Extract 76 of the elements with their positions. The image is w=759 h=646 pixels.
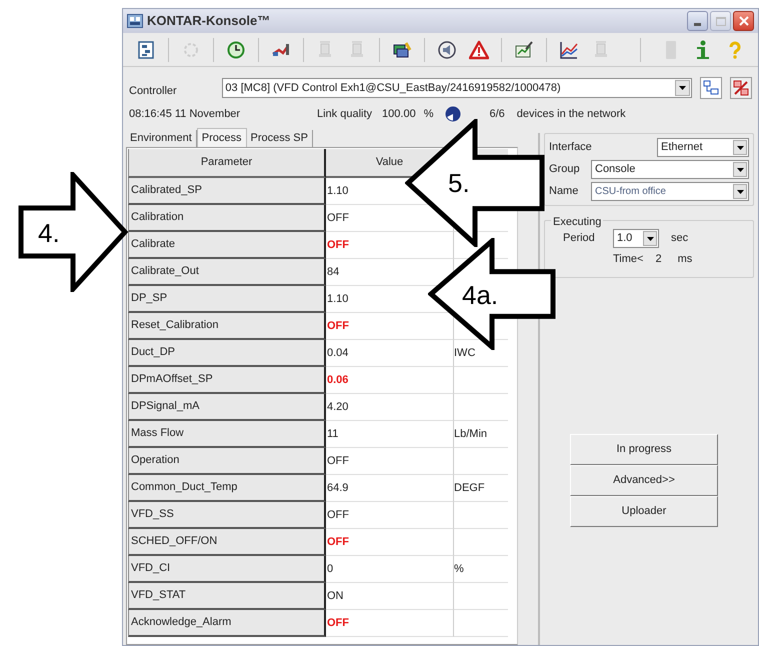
- network-view-button[interactable]: [700, 77, 722, 99]
- field-label: Time<: [613, 252, 644, 267]
- unit-cell-text: IWC: [454, 346, 476, 361]
- pie-icon: [445, 106, 462, 122]
- value-cell[interactable]: 0: [327, 560, 334, 578]
- status-value: 100.00: [382, 106, 416, 122]
- dropdown[interactable]: Ethernet: [657, 138, 749, 157]
- column-header[interactable]: Value: [376, 154, 404, 171]
- value-cell[interactable]: 0.04: [327, 344, 348, 362]
- group-title: Executing: [551, 214, 604, 230]
- parameter-cell: Mass Flow: [128, 421, 326, 448]
- callout-label: 4a.: [462, 282, 498, 308]
- window-title: KONTAR-Konsole™: [147, 12, 272, 30]
- parameter-cell: DP_SP: [128, 286, 326, 313]
- parameter-cell: Calibrate: [128, 232, 326, 259]
- callout-label: 4.: [38, 220, 60, 246]
- parameter-cell: VFD_CI: [128, 556, 326, 583]
- field-label: Controller: [129, 84, 178, 99]
- value-cell[interactable]: 1.10: [327, 290, 348, 308]
- close-button[interactable]: [733, 11, 754, 31]
- parameter-cell: Calibrated_SP: [128, 178, 326, 205]
- unit-cell-text: DEGF: [454, 480, 485, 496]
- time-value: 2: [655, 252, 662, 267]
- tab[interactable]: Process: [196, 128, 247, 148]
- value-cell[interactable]: OFF: [327, 614, 349, 632]
- disconnect-button[interactable]: [730, 77, 752, 99]
- field-label: Group: [549, 162, 581, 178]
- value-cell[interactable]: 0.06: [327, 372, 348, 388]
- dropdown[interactable]: CSU-from office: [591, 182, 749, 201]
- dropdown[interactable]: Console: [591, 160, 749, 179]
- value-cell[interactable]: OFF: [327, 236, 349, 254]
- value-cell[interactable]: OFF: [327, 452, 349, 470]
- unit-cell-text: %: [454, 562, 464, 577]
- status-time: 08:16:45 11 November: [129, 106, 242, 122]
- value-cell[interactable]: 84: [327, 264, 340, 280]
- field-label: Period: [563, 231, 596, 246]
- parameter-cell: VFD_STAT: [128, 583, 326, 610]
- device-count: 6/6: [489, 106, 505, 122]
- status-unit: %: [424, 106, 434, 122]
- action-button[interactable]: In progress: [570, 434, 718, 465]
- value-cell[interactable]: 11: [327, 426, 338, 442]
- controller-dropdown[interactable]: 03 [MC8] (VFD Control Exh1@CSU_EastBay/2416919582/1000478): [222, 78, 692, 98]
- parameter-cell: Calibrate_Out: [128, 259, 326, 286]
- parameter-cell: Acknowledge_Alarm: [128, 610, 326, 637]
- value-cell[interactable]: OFF: [327, 534, 349, 550]
- parameter-cell: VFD_SS: [128, 502, 326, 529]
- value-cell[interactable]: OFF: [327, 506, 349, 524]
- unit-label: sec: [671, 231, 688, 246]
- parameter-cell: SCHED_OFF/ON: [128, 529, 326, 556]
- column-header[interactable]: Parameter: [128, 149, 326, 178]
- status-label: devices in the network: [516, 106, 626, 122]
- parameter-cell: DPmAOffset_SP: [128, 367, 326, 394]
- value-cell[interactable]: OFF: [327, 318, 349, 334]
- unit-label: ms: [678, 252, 692, 267]
- parameter-cell: Common_Duct_Temp: [128, 475, 326, 502]
- close-icon: [738, 16, 748, 26]
- unit-cell-text: Lb/Min: [454, 426, 488, 442]
- period-dropdown[interactable]: 1.0: [613, 229, 659, 248]
- value-cell[interactable]: 64.9: [327, 480, 348, 496]
- parameter-cell: Operation: [128, 448, 326, 475]
- parameter-cell: Reset_Calibration: [128, 313, 326, 340]
- value-cell[interactable]: ON: [327, 588, 344, 604]
- parameter-cell: Duct_DP: [128, 340, 326, 367]
- field-label: Name: [549, 184, 580, 200]
- action-button[interactable]: Advanced>>: [570, 465, 718, 496]
- value-cell[interactable]: 4.20: [327, 398, 348, 416]
- status-label: Link quality: [317, 106, 372, 122]
- callout-label: 5.: [448, 170, 470, 196]
- value-cell[interactable]: 1.10: [327, 182, 348, 200]
- value-cell[interactable]: OFF: [327, 210, 349, 226]
- minimize-button[interactable]: [687, 11, 708, 31]
- parameter-cell: Calibration: [128, 205, 326, 232]
- parameter-cell: DPSignal_mA: [128, 394, 326, 421]
- app-icon: [127, 14, 143, 28]
- action-button[interactable]: Uploader: [570, 496, 718, 527]
- field-label: Interface: [549, 140, 593, 156]
